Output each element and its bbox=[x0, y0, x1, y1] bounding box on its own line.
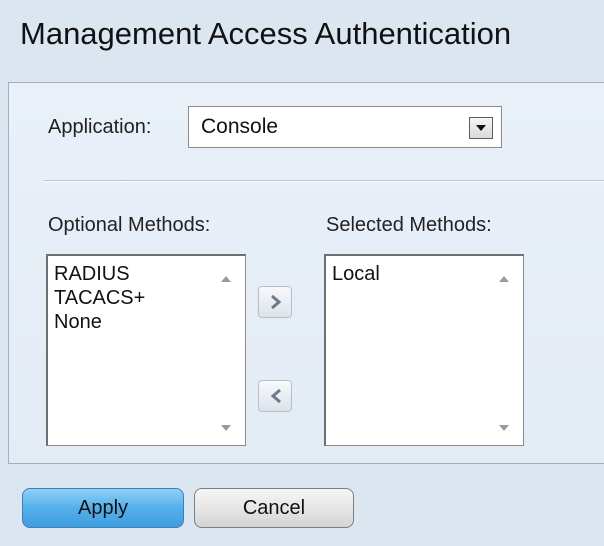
section-divider bbox=[44, 180, 604, 182]
list-item[interactable]: TACACS+ bbox=[54, 286, 145, 310]
list-item[interactable]: None bbox=[54, 310, 145, 334]
application-select[interactable]: Console bbox=[188, 106, 502, 148]
cancel-button[interactable]: Cancel bbox=[194, 488, 354, 528]
scroll-up-icon[interactable] bbox=[499, 276, 509, 282]
arrow-left-icon bbox=[270, 388, 281, 404]
application-label: Application: bbox=[48, 116, 152, 138]
scroll-up-icon[interactable] bbox=[221, 276, 231, 282]
selected-methods-label: Selected Methods: bbox=[326, 214, 492, 236]
application-select-value: Console bbox=[201, 115, 279, 138]
apply-button[interactable]: Apply bbox=[22, 488, 184, 528]
list-item[interactable]: Local bbox=[332, 262, 380, 286]
arrow-right-icon bbox=[271, 294, 282, 310]
list-item[interactable]: RADIUS bbox=[54, 262, 145, 286]
optional-methods-list[interactable]: RADIUS TACACS+ None bbox=[46, 254, 246, 446]
selected-methods-list[interactable]: Local bbox=[324, 254, 524, 446]
scroll-down-icon[interactable] bbox=[221, 425, 231, 431]
move-left-button[interactable] bbox=[258, 380, 292, 412]
dropdown-button[interactable] bbox=[469, 117, 493, 139]
optional-methods-label: Optional Methods: bbox=[48, 214, 211, 236]
move-right-button[interactable] bbox=[258, 286, 292, 318]
page-title: Management Access Authentication bbox=[20, 16, 512, 51]
chevron-down-icon bbox=[476, 125, 486, 131]
scroll-down-icon[interactable] bbox=[499, 425, 509, 431]
